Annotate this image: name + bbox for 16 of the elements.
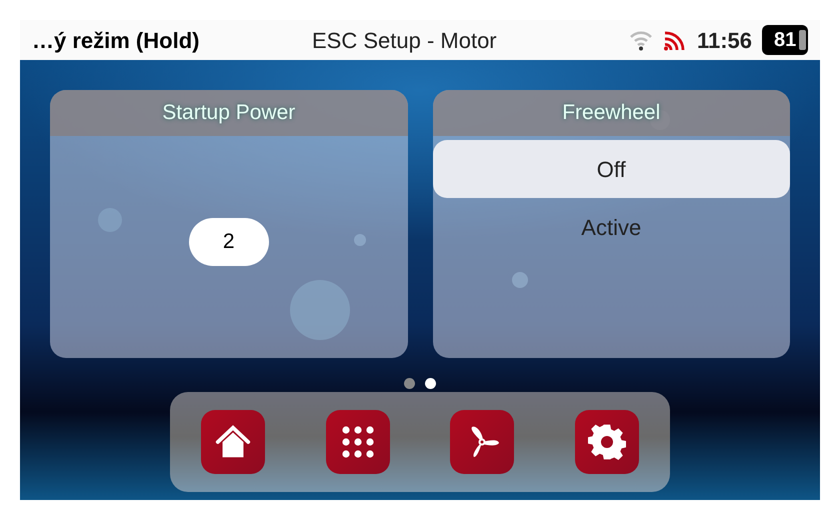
card-title: Freewheel: [562, 100, 660, 126]
grid-icon: [340, 424, 376, 460]
dock-button[interactable]: [574, 410, 639, 474]
card-title: Startup Power: [162, 100, 296, 126]
screen-title: ESC Setup - Motor: [312, 26, 498, 55]
dock-button[interactable]: [450, 410, 514, 474]
dock-button[interactable]: [201, 410, 265, 474]
mode-label: …ý režim (Hold): [32, 26, 200, 55]
wifi-icon: [628, 29, 653, 51]
dock-button[interactable]: [326, 410, 390, 474]
clock: 11:56: [696, 26, 752, 54]
signal-icon: [662, 29, 687, 51]
option-item[interactable]: Active: [432, 198, 790, 256]
option-item[interactable]: Off: [432, 140, 790, 198]
battery-indicator: 81: [762, 25, 808, 55]
gear-icon: [588, 423, 626, 461]
